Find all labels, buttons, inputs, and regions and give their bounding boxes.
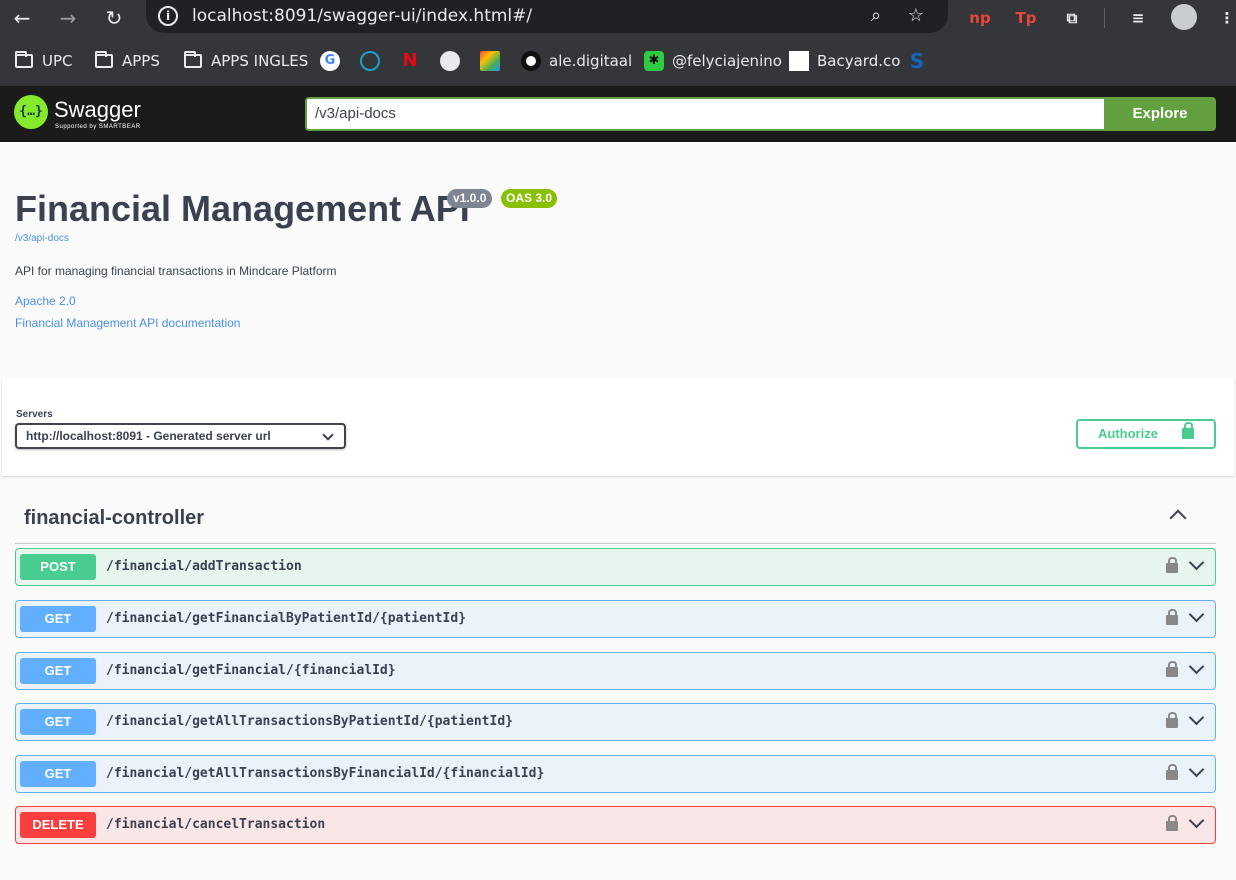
lock-icon[interactable] <box>1166 815 1178 831</box>
tag-divider <box>15 543 1216 544</box>
authorize-button[interactable]: Authorize <box>1076 419 1216 449</box>
linktree-icon: ✱ <box>644 51 664 71</box>
bookmark-netflix[interactable]: N <box>400 48 428 74</box>
back-arrow-icon[interactable]: ← <box>9 5 35 31</box>
extensions-puzzle-icon[interactable]: ⧉ <box>1059 5 1085 31</box>
method-badge: GET <box>20 761 96 787</box>
bookmarks-bar: UPC APPS APPS INGLES G N ale.digitaal ✱ … <box>0 36 1236 86</box>
lock-icon[interactable] <box>1166 609 1178 625</box>
operation-get-financial[interactable]: GET /financial/getFinancial/{financialId… <box>15 652 1216 690</box>
bookmark-globe[interactable] <box>440 48 468 74</box>
bookmark-folder-upc[interactable]: UPC <box>15 48 73 74</box>
chevron-down-icon[interactable] <box>1188 709 1205 726</box>
authorize-label: Authorize <box>1098 426 1158 441</box>
oas-badge: OAS 3.0 <box>501 189 558 208</box>
colorful-grid-icon <box>480 51 500 71</box>
bookmark-colorful[interactable] <box>480 48 508 74</box>
api-info: Financial Management API v1.0.0 OAS 3.0 … <box>0 142 1236 378</box>
address-bar[interactable]: i localhost:8091/swagger-ui/index.html#/… <box>146 0 948 33</box>
operation-path: /financial/getAllTransactionsByFinancial… <box>106 766 545 781</box>
swagger-logo-icon[interactable]: {…} <box>14 95 48 129</box>
bookmark-google[interactable]: G <box>320 48 348 74</box>
folder-icon <box>95 51 113 68</box>
operation-path: /financial/getFinancial/{financialId} <box>106 663 396 678</box>
disney-icon <box>360 51 380 71</box>
chevron-down-icon[interactable] <box>1188 761 1205 778</box>
lock-icon <box>1182 422 1194 439</box>
method-badge: GET <box>20 709 96 735</box>
site-info-icon[interactable]: i <box>158 6 178 26</box>
chevron-up-icon[interactable] <box>1169 509 1187 527</box>
swagger-topbar: {…} Swagger Supported by SMARTBEAR /v3/a… <box>0 86 1236 142</box>
google-icon: G <box>320 51 340 71</box>
method-badge: DELETE <box>20 812 96 838</box>
lock-icon[interactable] <box>1166 557 1178 573</box>
operation-get-all-transactions-by-patient-id[interactable]: GET /financial/getAllTransactionsByPatie… <box>15 703 1216 741</box>
license-link[interactable]: Apache 2.0 <box>15 294 76 308</box>
tag-title[interactable]: financial-controller <box>24 507 204 530</box>
reload-icon[interactable]: ↻ <box>101 5 127 31</box>
bookmark-felyciajenino[interactable]: ✱ @felyciajenino <box>644 48 782 74</box>
lock-icon[interactable] <box>1166 712 1178 728</box>
globe-icon <box>440 51 460 71</box>
folder-icon <box>15 51 33 68</box>
lock-icon[interactable] <box>1166 661 1178 677</box>
ale-digitaal-icon <box>521 51 541 71</box>
lock-icon[interactable] <box>1166 764 1178 780</box>
profile-avatar[interactable] <box>1171 4 1197 30</box>
s-logo-icon: S <box>909 49 925 73</box>
swagger-logo-subtitle: Supported by SMARTBEAR <box>55 124 141 130</box>
operation-get-all-transactions-by-financial-id[interactable]: GET /financial/getAllTransactionsByFinan… <box>15 755 1216 793</box>
folder-icon <box>184 51 202 68</box>
extension-np-icon[interactable]: np <box>967 5 993 31</box>
operation-get-financial-by-patient-id[interactable]: GET /financial/getFinancialByPatientId/{… <box>15 600 1216 638</box>
browser-menu-icon[interactable]: ⋮ <box>1214 5 1236 31</box>
bacyard-icon <box>789 51 809 71</box>
operation-path: /financial/addTransaction <box>106 559 302 574</box>
servers-label: Servers <box>16 409 53 420</box>
chevron-down-icon[interactable] <box>1188 554 1205 571</box>
bookmark-ale-digitaal[interactable]: ale.digitaal <box>521 48 632 74</box>
bookmark-folder-apps[interactable]: APPS <box>95 48 160 74</box>
bookmark-folder-apps-ingles[interactable]: APPS INGLES <box>184 48 308 74</box>
method-badge: GET <box>20 606 96 632</box>
external-docs-link[interactable]: Financial Management API documentation <box>15 316 240 330</box>
forward-arrow-icon[interactable]: → <box>55 5 81 31</box>
netflix-icon: N <box>402 50 418 71</box>
spec-url-input[interactable]: /v3/api-docs <box>305 97 1105 131</box>
spec-url-link[interactable]: /v3/api-docs <box>15 233 69 244</box>
bookmark-star-icon[interactable]: ☆ <box>904 4 928 28</box>
servers-selected-value: http://localhost:8091 - Generated server… <box>26 429 271 443</box>
chevron-down-icon[interactable] <box>1188 812 1205 829</box>
operation-path: /financial/getAllTransactionsByPatientId… <box>106 714 513 729</box>
operation-path: /financial/getFinancialByPatientId/{pati… <box>106 611 467 626</box>
operation-delete-cancel-transaction[interactable]: DELETE /financial/cancelTransaction <box>15 806 1216 844</box>
zoom-icon[interactable]: ⌕ <box>864 4 888 28</box>
media-queue-icon[interactable]: ≡ <box>1125 5 1151 31</box>
browser-toolbar: ← → ↻ i localhost:8091/swagger-ui/index.… <box>0 0 1236 36</box>
bookmark-s[interactable]: S <box>907 48 935 74</box>
bookmark-bacyard[interactable]: Bacyard.co <box>789 48 900 74</box>
extension-tp-icon[interactable]: Tp <box>1013 5 1039 31</box>
method-badge: POST <box>20 554 96 580</box>
chevron-down-icon[interactable] <box>1188 658 1205 675</box>
chevron-down-icon <box>322 429 334 441</box>
method-badge: GET <box>20 658 96 684</box>
servers-select[interactable]: http://localhost:8091 - Generated server… <box>15 423 346 449</box>
version-badge: v1.0.0 <box>447 189 493 208</box>
chevron-down-icon[interactable] <box>1188 606 1205 623</box>
toolbar-divider <box>1104 8 1105 28</box>
scheme-container: Servers http://localhost:8091 - Generate… <box>2 378 1234 476</box>
swagger-logo-text[interactable]: Swagger <box>54 97 141 123</box>
bookmark-disney[interactable] <box>360 48 388 74</box>
api-title: Financial Management API <box>15 188 470 229</box>
explore-button[interactable]: Explore <box>1104 97 1216 131</box>
address-url[interactable]: localhost:8091/swagger-ui/index.html#/ <box>192 6 532 26</box>
api-description: API for managing financial transactions … <box>15 264 337 278</box>
operation-path: /financial/cancelTransaction <box>106 817 326 832</box>
operation-post-add-transaction[interactable]: POST /financial/addTransaction <box>15 548 1216 586</box>
